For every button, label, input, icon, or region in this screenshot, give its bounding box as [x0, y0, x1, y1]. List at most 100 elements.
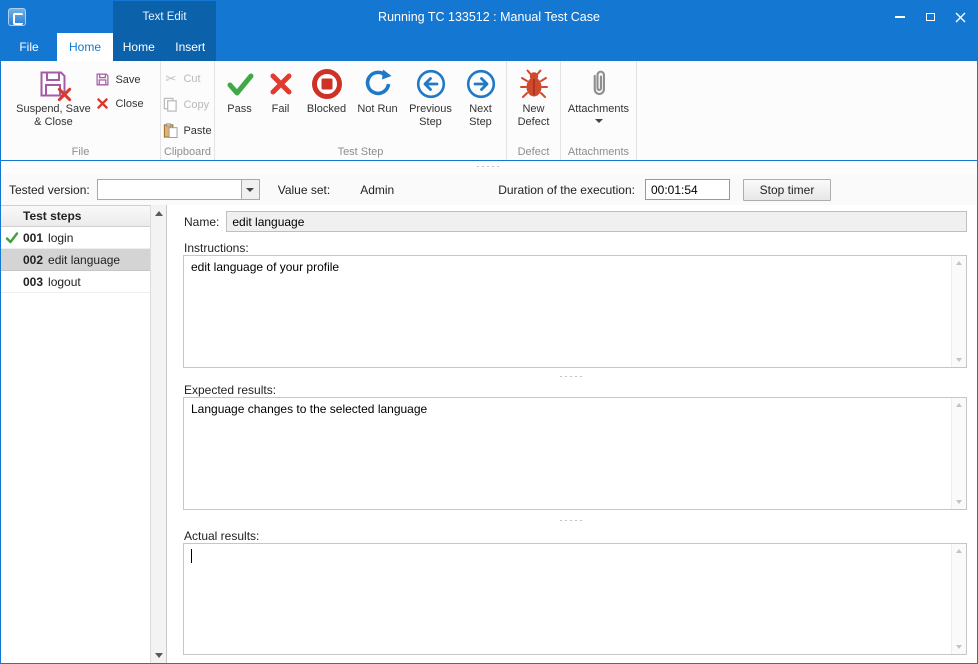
cut-label: Cut: [183, 73, 200, 85]
paperclip-icon: [583, 68, 615, 100]
scroll-up-button[interactable]: [151, 205, 166, 221]
copy-icon: [163, 97, 178, 112]
duration-input[interactable]: [645, 179, 730, 200]
ribbon-tab-row: File Home Home Insert: [1, 33, 977, 61]
next-step-icon: [465, 68, 497, 100]
scroll-down-icon[interactable]: [952, 495, 966, 509]
test-step-row[interactable]: 001 login: [1, 227, 150, 249]
save-suspend-icon: [37, 68, 69, 100]
step-label: login: [48, 231, 73, 245]
close-ribbon-button[interactable]: Close: [92, 95, 146, 112]
actual-results-textarea[interactable]: [184, 544, 951, 654]
copy-label: Copy: [183, 99, 209, 111]
window-controls: [885, 1, 975, 33]
stop-timer-button[interactable]: Stop timer: [743, 179, 831, 201]
not-run-button[interactable]: Not Run: [355, 64, 401, 144]
save-label: Save: [115, 74, 140, 86]
name-input[interactable]: [226, 211, 967, 232]
test-steps-list: Test steps 001 login 002 edit language 0…: [1, 205, 150, 663]
minimize-button[interactable]: [885, 1, 915, 33]
scroll-down-icon[interactable]: [952, 640, 966, 654]
attachments-dropdown-icon[interactable]: [595, 119, 603, 123]
test-step-row-selected[interactable]: 002 edit language: [1, 249, 150, 271]
test-step-row[interactable]: 003 logout: [1, 271, 150, 293]
actual-results-box: [183, 543, 967, 655]
tested-version-input[interactable]: [98, 180, 241, 199]
paste-button[interactable]: Paste: [160, 122, 214, 139]
copy-button: Copy: [160, 96, 214, 113]
minimize-icon: [895, 16, 905, 18]
group-label-attachments: Attachments: [561, 146, 636, 158]
previous-step-button[interactable]: Previous Step: [405, 64, 457, 144]
dropdown-caret-icon: [246, 188, 254, 192]
body-area: Test steps 001 login 002 edit language 0…: [1, 205, 977, 663]
contextual-tabs: Home Insert: [113, 33, 216, 61]
titlebar: Running TC 133512 : Manual Test Case Tex…: [1, 1, 977, 33]
test-steps-header: Test steps: [1, 205, 150, 227]
scroll-up-icon[interactable]: [952, 398, 966, 412]
group-label-test-step: Test Step: [215, 146, 506, 158]
instructions-scrollbar[interactable]: [951, 256, 966, 367]
previous-step-icon: [415, 68, 447, 100]
save-icon: [95, 72, 110, 87]
close-red-x-icon: [95, 96, 110, 111]
paste-label: Paste: [183, 125, 211, 137]
tab-ctx-home[interactable]: Home: [113, 33, 165, 61]
blocked-label: Blocked: [307, 103, 346, 116]
tested-version-dropdown-button[interactable]: [241, 180, 259, 199]
ribbon-group-test-step: Pass Fail Blocked: [215, 61, 507, 160]
splitter-handle[interactable]: ·····: [167, 515, 977, 525]
splitter-handle[interactable]: ·····: [167, 371, 977, 381]
scroll-up-icon[interactable]: [952, 256, 966, 270]
save-button[interactable]: Save: [92, 71, 146, 88]
pass-button[interactable]: Pass: [221, 64, 259, 144]
name-label: Name:: [184, 215, 219, 229]
ribbon-empty-space: [637, 61, 977, 160]
cut-icon: ✂: [163, 71, 178, 86]
value-set-value: Admin: [360, 183, 394, 197]
maximize-button[interactable]: [915, 1, 945, 33]
fail-button[interactable]: Fail: [263, 64, 299, 144]
new-defect-button[interactable]: New Defect: [511, 64, 557, 144]
instructions-textarea[interactable]: edit language of your profile: [184, 256, 951, 367]
suspend-save-close-button[interactable]: Suspend, Save & Close: [14, 64, 92, 144]
tab-home[interactable]: Home: [57, 33, 113, 61]
tested-version-combobox[interactable]: [97, 179, 260, 200]
ribbon-group-defect: New Defect Defect: [507, 61, 561, 160]
instructions-label: Instructions:: [184, 241, 249, 255]
ribbon: Suspend, Save & Close Save: [1, 61, 977, 161]
expected-scrollbar[interactable]: [951, 398, 966, 509]
scroll-up-icon: [155, 211, 163, 216]
blocked-button[interactable]: Blocked: [303, 64, 351, 144]
cut-button: ✂ Cut: [160, 70, 214, 87]
scroll-up-icon[interactable]: [952, 544, 966, 558]
group-label-defect: Defect: [507, 146, 560, 158]
maximize-icon: [926, 13, 935, 21]
name-row: Name:: [184, 211, 967, 232]
step-number: 001: [23, 231, 43, 245]
group-label-file: File: [1, 146, 160, 158]
ribbon-resize-handle[interactable]: ·····: [1, 161, 977, 174]
tab-file[interactable]: File: [1, 33, 57, 61]
scroll-down-button[interactable]: [151, 647, 166, 663]
execution-toolbar: Tested version: Value set: Admin Duratio…: [1, 174, 977, 205]
bug-icon: [518, 68, 550, 100]
ribbon-group-clipboard: ✂ Cut Copy: [161, 61, 215, 160]
scroll-down-icon[interactable]: [952, 353, 966, 367]
expected-results-textarea[interactable]: Language changes to the selected languag…: [184, 398, 951, 509]
step-label: edit language: [48, 253, 120, 267]
app-window: Running TC 133512 : Manual Test Case Tex…: [0, 0, 978, 664]
tab-ctx-insert[interactable]: Insert: [165, 33, 217, 61]
ribbon-group-attachments: Attachments Attachments: [561, 61, 637, 160]
fail-label: Fail: [272, 103, 290, 116]
next-step-button[interactable]: Next Step: [461, 64, 501, 144]
actual-scrollbar[interactable]: [951, 544, 966, 654]
close-button[interactable]: [945, 1, 975, 33]
previous-step-label: Previous Step: [406, 103, 456, 128]
scroll-down-icon: [155, 653, 163, 658]
duration-label: Duration of the execution:: [498, 183, 635, 197]
attachments-button[interactable]: Attachments: [565, 64, 633, 144]
sidebar-scrollbar[interactable]: [150, 205, 166, 663]
group-label-clipboard: Clipboard: [161, 146, 214, 158]
ribbon-group-file: Suspend, Save & Close Save: [1, 61, 161, 160]
